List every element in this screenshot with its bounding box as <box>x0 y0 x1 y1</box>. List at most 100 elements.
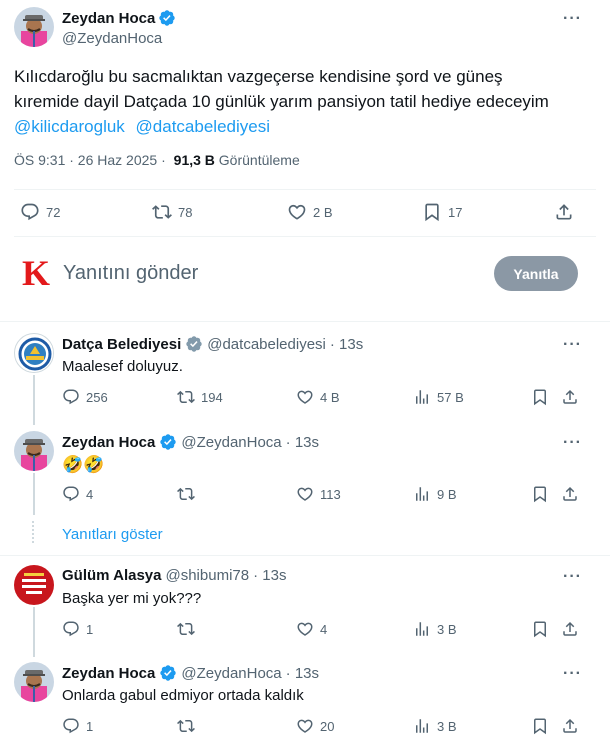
tweet-timestamp[interactable]: ÖS 9:31 · 26 Haz 2025 · <box>14 152 166 168</box>
bookmark-button[interactable]: 17 <box>422 202 462 222</box>
reply-header: Zeydan Hoca @ZeydanHoca · 13s <box>62 433 319 451</box>
reply-text: Onlarda gabul edmiyor ortada kaldık <box>62 687 304 704</box>
reply-count: 72 <box>46 204 61 220</box>
retweet-button[interactable] <box>177 717 201 735</box>
retweet-button[interactable]: 194 <box>177 388 223 406</box>
views-button[interactable]: 9 B <box>413 485 457 503</box>
reply-button[interactable]: 1 <box>62 620 93 638</box>
reply-icon <box>62 388 80 406</box>
tweet-mentions: @kilicdarogluk @datcabelediyesi <box>14 114 594 139</box>
like-button[interactable]: 113 <box>296 485 341 503</box>
reply-author-handle[interactable]: @datcabelediyesi <box>207 336 326 353</box>
like-icon <box>296 717 314 735</box>
bookmark-icon <box>531 717 549 735</box>
reply-count: 256 <box>86 389 108 405</box>
avatar-illustration <box>14 431 54 471</box>
share-button[interactable] <box>561 620 579 638</box>
like-icon <box>296 388 314 406</box>
reply-avatar[interactable] <box>14 662 54 702</box>
reply-time[interactable]: · 13s <box>330 336 363 353</box>
reply-author-name[interactable]: Gülüm Alasya <box>62 567 161 584</box>
reply-author-handle[interactable]: @ZeydanHoca <box>181 665 281 682</box>
share-button[interactable] <box>561 388 579 406</box>
views-button[interactable]: 3 B <box>413 717 457 735</box>
like-button[interactable]: 2 B <box>287 202 333 222</box>
more-options-icon[interactable]: ··· <box>563 336 582 354</box>
mention-link[interactable]: @datcabelediyesi <box>136 117 270 136</box>
divider <box>0 321 610 322</box>
reply-header: Datça Belediyesi @datcabelediyesi · 13s <box>62 335 363 353</box>
bookmark-button[interactable] <box>531 717 549 735</box>
reply-button[interactable]: 4 <box>62 485 93 503</box>
more-options-icon[interactable]: ··· <box>563 568 582 586</box>
thread-line <box>33 607 35 657</box>
retweet-count: 194 <box>201 389 223 405</box>
tweet-text-line: kıremide dayil Datçada 10 günlük yarım p… <box>14 92 549 111</box>
reply-text: Başka yer mi yok??? <box>62 590 202 607</box>
municipality-seal-icon <box>16 335 53 372</box>
author-name-row[interactable]: Zeydan Hoca <box>62 9 176 27</box>
views-icon <box>413 485 431 503</box>
reply-author-name[interactable]: Zeydan Hoca <box>62 665 155 682</box>
reply-button[interactable]: 72 <box>20 202 60 222</box>
reply-author-handle[interactable]: @ZeydanHoca <box>181 434 281 451</box>
author-name[interactable]: Zeydan Hoca <box>62 10 155 27</box>
retweet-button[interactable]: 78 <box>152 202 192 222</box>
reply-author-name[interactable]: Zeydan Hoca <box>62 434 155 451</box>
views-count: 57 B <box>437 389 464 405</box>
reply-time[interactable]: · 13s <box>253 567 286 584</box>
author-handle[interactable]: @ZeydanHoca <box>62 30 162 47</box>
more-options-icon[interactable]: ··· <box>563 434 582 452</box>
reply-submit-button[interactable]: Yanıtla <box>494 256 578 291</box>
avatar-illustration <box>14 565 54 605</box>
retweet-button[interactable] <box>177 620 201 638</box>
views-button[interactable]: 57 B <box>413 388 464 406</box>
reply-input[interactable]: Yanıtını gönder <box>63 262 198 285</box>
avatar-illustration <box>14 7 54 47</box>
retweet-icon <box>177 388 195 406</box>
reply-button[interactable]: 1 <box>62 717 93 735</box>
more-options-icon[interactable]: ··· <box>563 665 582 683</box>
bookmark-button[interactable] <box>531 620 549 638</box>
user-logo: K <box>22 253 51 293</box>
views-button[interactable]: 3 B <box>413 620 457 638</box>
retweet-button[interactable] <box>177 485 201 503</box>
divider <box>14 236 596 237</box>
reply-header: Zeydan Hoca @ZeydanHoca · 13s <box>62 664 319 682</box>
author-avatar[interactable] <box>14 7 54 47</box>
reply-button[interactable]: 256 <box>62 388 108 406</box>
more-options-icon[interactable]: ··· <box>563 10 582 28</box>
like-icon <box>296 485 314 503</box>
reply-author-name[interactable]: Datça Belediyesi <box>62 336 181 353</box>
verified-badge-icon <box>159 433 177 451</box>
reply-avatar[interactable] <box>14 565 54 605</box>
bookmark-button[interactable] <box>531 388 549 406</box>
share-button[interactable] <box>561 717 579 735</box>
reply-avatar[interactable] <box>14 431 54 471</box>
tweet-text-line: Kılıcdaroğlu bu sacmalıktan vazgeçerse k… <box>14 67 503 86</box>
share-button[interactable] <box>561 485 579 503</box>
like-button[interactable]: 4 B <box>296 388 340 406</box>
share-button[interactable] <box>554 202 574 222</box>
bookmark-icon <box>531 485 549 503</box>
logo-letter: K <box>22 253 51 293</box>
retweet-icon <box>177 717 195 735</box>
tweet-meta: ÖS 9:31 · 26 Haz 2025 · 91,3 B Görüntüle… <box>14 152 300 168</box>
avatar-illustration <box>14 662 54 702</box>
like-button[interactable]: 4 <box>296 620 327 638</box>
show-replies-link[interactable]: Yanıtları göster <box>62 526 163 543</box>
bookmark-button[interactable] <box>531 485 549 503</box>
reply-time[interactable]: · 13s <box>286 665 319 682</box>
views-icon <box>413 717 431 735</box>
views-icon <box>413 620 431 638</box>
thread-line <box>33 473 35 515</box>
views-count: 9 B <box>437 486 457 502</box>
thread-line <box>33 375 35 425</box>
reply-count: 1 <box>86 621 94 637</box>
reply-avatar[interactable] <box>14 333 54 373</box>
reply-time[interactable]: · 13s <box>286 434 319 451</box>
thread-dots <box>32 521 34 543</box>
mention-link[interactable]: @kilicdarogluk <box>14 117 125 136</box>
reply-author-handle[interactable]: @shibumi78 <box>165 567 249 584</box>
like-button[interactable]: 20 <box>296 717 334 735</box>
